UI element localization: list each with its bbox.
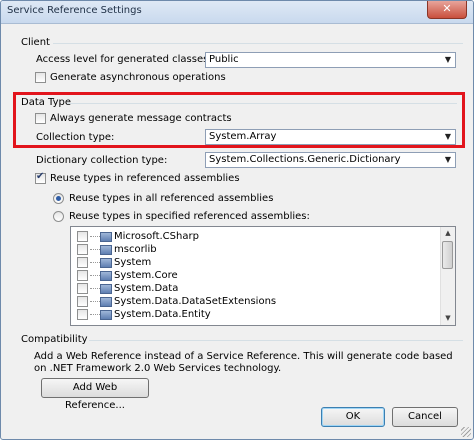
assembly-checkbox[interactable] (77, 257, 88, 268)
dictionary-type-dropdown[interactable]: System.Collections.Generic.Dictionary ▼ (205, 152, 456, 168)
tree-line (90, 261, 100, 264)
list-item[interactable]: System.Data (77, 283, 178, 296)
listbox-scrollbar[interactable]: ▲ ▼ (440, 227, 455, 325)
assembly-icon (100, 283, 112, 294)
data-type-highlight-box (13, 92, 465, 148)
async-operations-checkbox[interactable] (35, 72, 46, 83)
assembly-name: System.Core (114, 270, 178, 281)
list-item[interactable]: System (77, 257, 151, 270)
assembly-name: Microsoft.CSharp (114, 231, 199, 242)
assembly-name: System.Data.DataSetExtensions (114, 296, 277, 307)
tree-line (90, 274, 100, 277)
reuse-specified-label: Reuse types in specified referenced asse… (69, 211, 310, 222)
assembly-checkbox[interactable] (77, 296, 88, 307)
assembly-icon (100, 309, 112, 320)
cancel-button[interactable]: Cancel (392, 407, 458, 427)
tree-line (90, 287, 100, 290)
assembly-icon (100, 296, 112, 307)
list-item[interactable]: mscorlib (77, 244, 157, 257)
compatibility-description: Add a Web Reference instead of a Service… (34, 351, 453, 374)
dialog-window: Service Reference Settings ✕ Client Acce… (0, 0, 474, 440)
access-level-label: Access level for generated classes: (36, 54, 212, 65)
assembly-name: System (114, 257, 152, 268)
assembly-icon (100, 257, 112, 268)
assembly-checkbox[interactable] (77, 231, 88, 242)
assembly-checkbox[interactable] (77, 283, 88, 294)
reuse-all-label: Reuse types in all referenced assemblies (69, 193, 274, 204)
compatibility-group-label: Compatibility (21, 334, 88, 345)
title-bar[interactable]: Service Reference Settings ✕ (1, 1, 473, 24)
assembly-icon (100, 270, 112, 281)
client-group-label: Client (21, 37, 50, 48)
assembly-icon (100, 244, 112, 255)
assembly-name: System.Data (114, 283, 179, 294)
close-icon: ✕ (442, 2, 452, 15)
close-button[interactable]: ✕ (427, 1, 467, 19)
reuse-types-label: Reuse types in referenced assemblies (50, 173, 240, 184)
list-item[interactable]: Microsoft.CSharp (77, 231, 199, 244)
reuse-specified-radio[interactable] (53, 211, 64, 222)
assembly-name: System.Data.Entity (114, 309, 211, 320)
tree-line (90, 313, 100, 316)
list-item[interactable]: System.Core (77, 270, 178, 283)
assembly-icon (100, 231, 112, 242)
ok-button[interactable]: OK (321, 407, 385, 427)
access-level-dropdown[interactable]: Public ▼ (205, 52, 456, 68)
tree-line (90, 248, 100, 251)
assembly-checkbox[interactable] (77, 309, 88, 320)
tree-line (90, 235, 100, 238)
add-web-reference-button[interactable]: Add Web Reference... (41, 378, 149, 411)
list-item[interactable]: System.Data.DataSetExtensions (77, 296, 276, 309)
scrollbar-thumb[interactable] (442, 241, 453, 269)
reuse-all-radio[interactable] (53, 193, 64, 204)
assembly-checkbox[interactable] (77, 244, 88, 255)
scroll-down-icon[interactable]: ▼ (441, 312, 455, 325)
window-title: Service Reference Settings (7, 5, 142, 16)
chevron-down-icon: ▼ (444, 155, 452, 164)
dictionary-type-value: System.Collections.Generic.Dictionary (209, 154, 401, 165)
scroll-up-icon[interactable]: ▲ (441, 227, 455, 240)
compatibility-separator (89, 340, 463, 341)
assemblies-listbox[interactable]: Microsoft.CSharp mscorlib System System.… (70, 226, 456, 326)
async-operations-label: Generate asynchronous operations (50, 72, 226, 83)
resize-grip-icon[interactable] (461, 427, 471, 437)
list-item[interactable]: System.Data.Entity (77, 309, 211, 322)
assembly-checkbox[interactable] (77, 270, 88, 281)
assembly-name: mscorlib (114, 244, 157, 255)
reuse-types-checkbox[interactable] (35, 171, 46, 184)
access-level-value: Public (209, 54, 239, 65)
tree-line (90, 300, 100, 303)
client-separator (53, 43, 463, 44)
chevron-down-icon: ▼ (444, 55, 452, 64)
dictionary-type-label: Dictionary collection type: (36, 155, 168, 166)
